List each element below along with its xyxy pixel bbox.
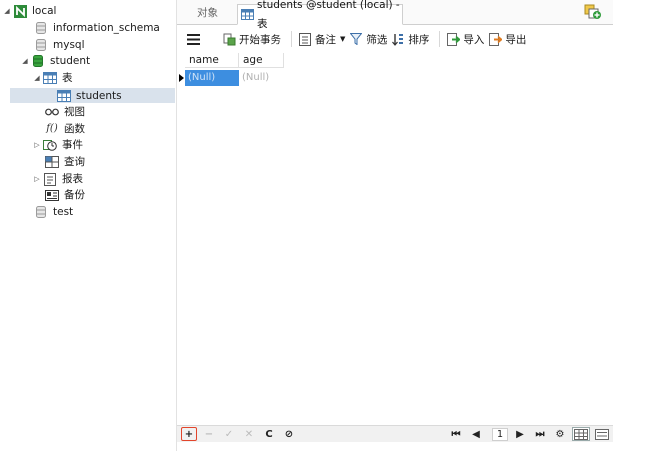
page-number-field[interactable]: 1 bbox=[492, 427, 508, 441]
cell-name[interactable]: (Null) bbox=[185, 70, 239, 86]
sort-icon bbox=[391, 32, 405, 46]
record-navigation-bar: + − ✓ ✕ C ⊘ ⏮ ◀ 1 ▶ ⏭ ⚙ bbox=[177, 425, 614, 442]
data-grid: name age (Null) (Null) bbox=[177, 53, 614, 425]
tab-students-table[interactable]: students @student (local) - 表 bbox=[237, 0, 403, 30]
view-glasses-icon bbox=[45, 106, 59, 119]
tree-node-student[interactable]: ◢ student bbox=[21, 53, 90, 69]
import-button[interactable]: 导入 bbox=[446, 29, 484, 49]
tree-node-events[interactable]: ▷ 事件 bbox=[33, 137, 83, 153]
sort-button[interactable]: 排序 bbox=[391, 29, 429, 49]
toolbar-divider bbox=[439, 31, 441, 47]
expand-arrow-icon[interactable]: ◢ bbox=[3, 3, 11, 19]
tree-label-backup: 备份 bbox=[64, 189, 85, 201]
tab-objects[interactable]: 对象 bbox=[197, 4, 218, 25]
last-page-icon[interactable]: ⏭ bbox=[532, 427, 548, 441]
connection-icon bbox=[13, 4, 27, 18]
settings-gear-icon[interactable]: ⚙ bbox=[552, 427, 568, 441]
tree-node-views[interactable]: 视图 bbox=[45, 104, 85, 120]
tree-node-table-students[interactable]: students bbox=[57, 88, 122, 104]
expand-arrow-icon[interactable]: ◢ bbox=[21, 53, 29, 69]
tree-label-db: information_schema bbox=[53, 22, 160, 34]
database-icon bbox=[34, 39, 48, 52]
import-icon bbox=[446, 32, 460, 46]
report-icon bbox=[43, 172, 57, 186]
outer-margin-area bbox=[613, 0, 662, 451]
tree-label-db: student bbox=[50, 55, 91, 67]
dropdown-arrow-icon[interactable]: ▼ bbox=[340, 35, 345, 43]
tree-label-queries: 查询 bbox=[64, 156, 85, 168]
export-button[interactable]: 导出 bbox=[488, 29, 526, 49]
current-row-indicator-icon bbox=[179, 74, 184, 82]
backup-icon bbox=[45, 189, 59, 202]
apply-changes-button[interactable]: ✓ bbox=[221, 427, 237, 441]
query-icon bbox=[45, 156, 59, 169]
tree-label-db: test bbox=[53, 206, 74, 218]
tree-label-local: local bbox=[32, 5, 57, 17]
cell-age[interactable]: (Null) bbox=[239, 70, 284, 86]
expand-arrow-icon[interactable]: ◢ bbox=[33, 70, 41, 86]
delete-record-button[interactable]: − bbox=[201, 427, 217, 441]
menu-hamburger-icon[interactable] bbox=[187, 29, 200, 49]
sort-label: 排序 bbox=[408, 33, 430, 46]
tree-node-queries[interactable]: 查询 bbox=[45, 154, 85, 170]
export-label: 导出 bbox=[505, 33, 527, 46]
tree-node-test[interactable]: test bbox=[34, 204, 73, 220]
stop-button[interactable]: ⊘ bbox=[281, 427, 297, 441]
table-toolbar: 开始事务 备注 ▼ 筛选 排序 导入 导出 bbox=[177, 26, 614, 52]
first-page-icon[interactable]: ⏮ bbox=[448, 427, 464, 441]
database-open-icon bbox=[31, 55, 45, 68]
tree-node-information-schema[interactable]: information_schema bbox=[34, 20, 160, 36]
tree-node-functions[interactable]: f() 函数 bbox=[45, 121, 85, 137]
collapse-arrow-icon[interactable]: ▷ bbox=[33, 137, 41, 153]
tree-label-events: 事件 bbox=[62, 139, 83, 151]
filter-button[interactable]: 筛选 bbox=[349, 29, 387, 49]
new-query-icon[interactable] bbox=[584, 4, 602, 20]
memo-icon bbox=[298, 32, 312, 46]
table-icon bbox=[57, 90, 71, 103]
table-icon bbox=[43, 72, 57, 85]
form-view-icon[interactable] bbox=[594, 427, 610, 441]
memo-button[interactable]: 备注 ▼ bbox=[298, 29, 345, 49]
event-clock-icon bbox=[43, 139, 57, 152]
add-record-button[interactable]: + bbox=[181, 427, 197, 441]
tree-node-local[interactable]: ◢ local bbox=[3, 3, 56, 19]
begin-transaction-label: 开始事务 bbox=[239, 33, 281, 46]
editor-area: 对象 students @student (local) - 表 开始事务 备注 bbox=[176, 0, 614, 451]
begin-transaction-button[interactable]: 开始事务 bbox=[222, 29, 281, 49]
refresh-button[interactable]: C bbox=[261, 427, 277, 441]
transaction-icon bbox=[222, 32, 236, 46]
navigator-tree: ◢ local information_schema mysql ◢ stude… bbox=[0, 0, 176, 451]
grid-view-icon[interactable] bbox=[572, 427, 590, 441]
discard-changes-button[interactable]: ✕ bbox=[241, 427, 257, 441]
tree-node-tables[interactable]: ◢ 表 bbox=[33, 70, 73, 86]
filter-funnel-icon bbox=[349, 32, 363, 46]
function-icon: f() bbox=[46, 123, 58, 134]
table-icon bbox=[241, 9, 254, 20]
database-icon bbox=[34, 22, 48, 35]
tree-label-views: 视图 bbox=[64, 106, 85, 118]
tree-label-table: students bbox=[76, 90, 122, 102]
tree-node-reports[interactable]: ▷ 报表 bbox=[33, 171, 83, 187]
tab-bar: 对象 students @student (local) - 表 bbox=[177, 0, 614, 30]
column-header-name[interactable]: name bbox=[185, 53, 239, 68]
previous-page-icon[interactable]: ◀ bbox=[468, 427, 484, 441]
database-icon bbox=[34, 206, 48, 219]
column-header-age[interactable]: age bbox=[239, 53, 284, 68]
toolbar-divider bbox=[291, 31, 292, 47]
memo-label: 备注 bbox=[315, 33, 336, 46]
filter-label: 筛选 bbox=[366, 33, 388, 46]
tree-node-mysql[interactable]: mysql bbox=[34, 37, 85, 53]
tree-label-reports: 报表 bbox=[62, 173, 83, 185]
next-page-icon[interactable]: ▶ bbox=[512, 427, 528, 441]
tree-label-db: mysql bbox=[53, 39, 85, 51]
tree-label-tables: 表 bbox=[62, 72, 73, 84]
collapse-arrow-icon[interactable]: ▷ bbox=[33, 171, 41, 187]
export-icon bbox=[488, 32, 502, 46]
tree-node-backup[interactable]: 备份 bbox=[45, 187, 85, 203]
tree-label-functions: 函数 bbox=[64, 123, 85, 135]
import-label: 导入 bbox=[463, 33, 485, 46]
